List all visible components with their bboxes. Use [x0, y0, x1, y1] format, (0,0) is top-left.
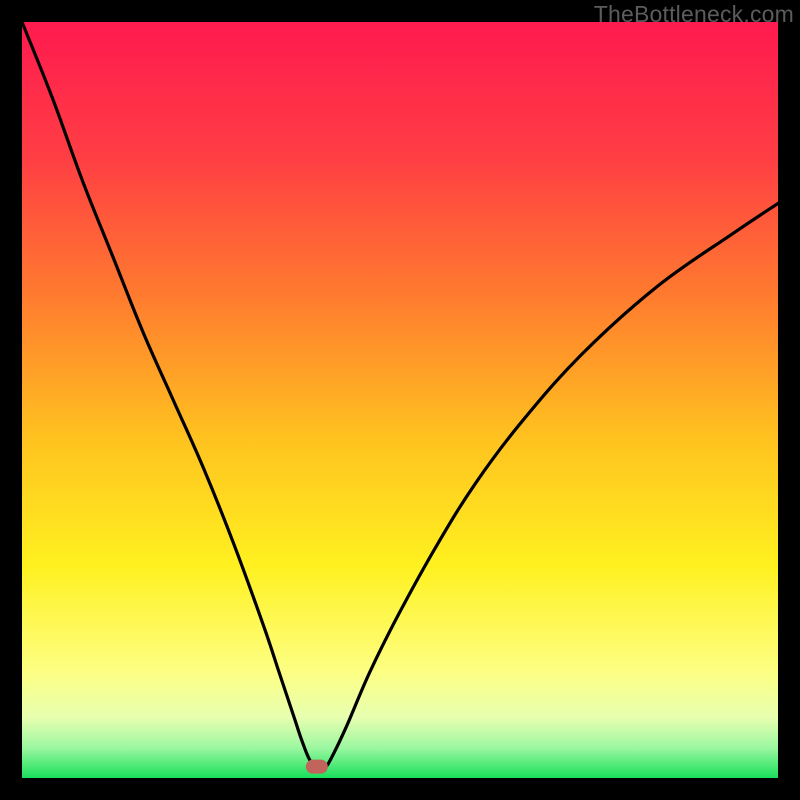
markers-layer	[306, 760, 328, 774]
minimum-marker	[306, 760, 328, 774]
gradient-background	[22, 22, 778, 778]
plot-area	[22, 22, 778, 778]
chart-svg	[22, 22, 778, 778]
chart-frame: TheBottleneck.com	[0, 0, 800, 800]
